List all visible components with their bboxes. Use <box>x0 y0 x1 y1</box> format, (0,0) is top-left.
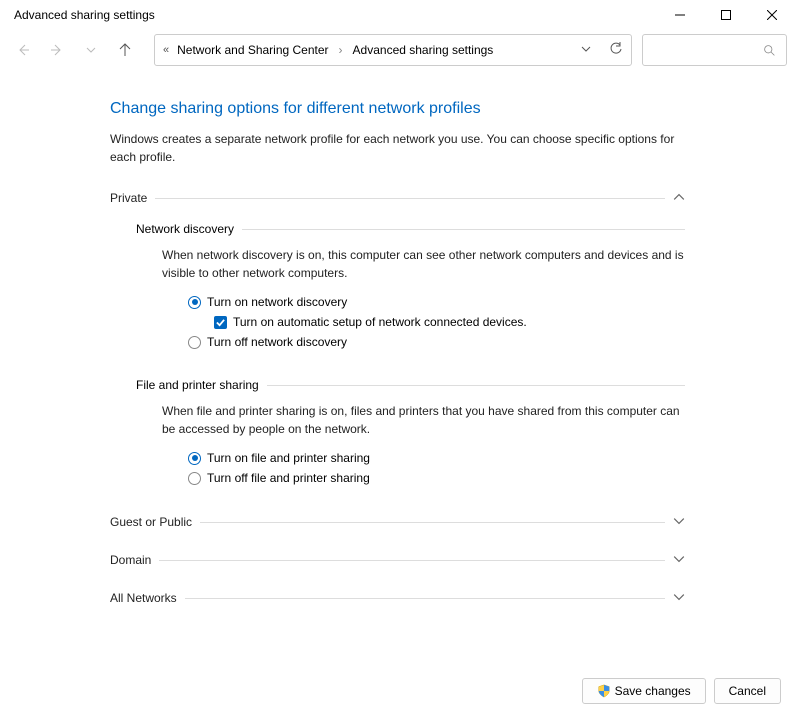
up-button[interactable] <box>110 35 140 65</box>
radio-fps-on[interactable]: Turn on file and printer sharing <box>136 448 685 468</box>
radio-icon <box>188 452 201 465</box>
radio-nd-on[interactable]: Turn on network discovery <box>136 292 685 312</box>
radio-icon <box>188 472 201 485</box>
section-guest-header[interactable]: Guest or Public <box>110 510 685 534</box>
maximize-button[interactable] <box>703 0 749 30</box>
section-all-label: All Networks <box>110 591 177 605</box>
cancel-button[interactable]: Cancel <box>714 678 781 704</box>
search-icon <box>763 44 776 57</box>
page-subtext: Windows creates a separate network profi… <box>110 130 685 166</box>
radio-fps-off[interactable]: Turn off file and printer sharing <box>136 468 685 488</box>
shield-icon <box>597 684 611 698</box>
save-changes-button[interactable]: Save changes <box>582 678 706 704</box>
section-allnetworks-header[interactable]: All Networks <box>110 586 685 610</box>
window-title: Advanced sharing settings <box>14 8 657 22</box>
nav-toolbar: « Network and Sharing Center › Advanced … <box>0 30 795 70</box>
radio-icon <box>188 336 201 349</box>
chevron-right-icon: › <box>339 43 343 57</box>
forward-button[interactable] <box>42 35 72 65</box>
search-input[interactable] <box>642 34 787 66</box>
page-heading: Change sharing options for different net… <box>110 100 685 118</box>
check-auto-setup[interactable]: Turn on automatic setup of network conne… <box>136 312 685 332</box>
recent-dropdown[interactable] <box>76 35 106 65</box>
section-domain-header[interactable]: Domain <box>110 548 685 572</box>
file-printer-desc: When file and printer sharing is on, fil… <box>136 402 685 438</box>
subsection-network-discovery: Network discovery When network discovery… <box>110 222 685 352</box>
chevron-up-icon <box>673 191 685 206</box>
section-private-label: Private <box>110 191 147 205</box>
section-private-header[interactable]: Private <box>110 186 685 210</box>
content-pane: Change sharing options for different net… <box>0 70 795 610</box>
section-guest-label: Guest or Public <box>110 515 192 529</box>
chevron-down-icon <box>673 591 685 606</box>
network-discovery-desc: When network discovery is on, this compu… <box>136 246 685 282</box>
back-button[interactable] <box>8 35 38 65</box>
chevron-down-icon <box>673 515 685 530</box>
address-dropdown-icon[interactable] <box>581 43 591 57</box>
breadcrumb-current[interactable]: Advanced sharing settings <box>353 43 494 57</box>
address-bar[interactable]: « Network and Sharing Center › Advanced … <box>154 34 632 66</box>
radio-icon <box>188 296 201 309</box>
minimize-button[interactable] <box>657 0 703 30</box>
breadcrumb-parent[interactable]: Network and Sharing Center <box>177 43 328 57</box>
network-discovery-title: Network discovery <box>136 222 234 236</box>
radio-nd-off[interactable]: Turn off network discovery <box>136 332 685 352</box>
close-button[interactable] <box>749 0 795 30</box>
file-printer-title: File and printer sharing <box>136 378 259 392</box>
checkbox-icon <box>214 316 227 329</box>
section-domain-label: Domain <box>110 553 151 567</box>
subsection-file-printer: File and printer sharing When file and p… <box>110 378 685 488</box>
footer-buttons: Save changes Cancel <box>582 678 781 704</box>
chevron-down-icon <box>673 553 685 568</box>
breadcrumb-overflow-icon[interactable]: « <box>163 44 167 56</box>
refresh-button[interactable] <box>601 42 623 59</box>
titlebar: Advanced sharing settings <box>0 0 795 30</box>
